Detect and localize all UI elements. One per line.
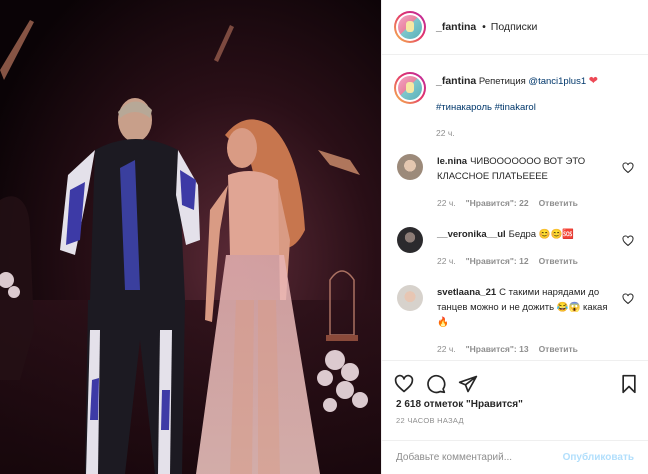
commenter-avatar[interactable]: [397, 285, 423, 311]
comment-icon[interactable]: [426, 374, 446, 394]
comment-likes-count[interactable]: "Нравится": 22: [466, 196, 529, 211]
commenter-username[interactable]: le.nina: [437, 156, 467, 167]
comment-item: le.nina ЧИВООООООО ВОТ ЭТО КЛАССНОЕ ПЛАТЬ…: [382, 154, 648, 211]
post-actions: 2 618 отметок "Нравится" 22 ЧАСОВ НАЗАД: [382, 360, 648, 440]
paper-plane-icon[interactable]: [458, 374, 478, 394]
caption-hashtags[interactable]: #тинакароль #tinakarol: [436, 100, 631, 115]
comment-like-heart-icon[interactable]: [622, 162, 634, 174]
post-side-panel: _fantina • Подписки _fantina Репетиция @…: [381, 0, 648, 474]
commenter-username[interactable]: __veronika__ul: [437, 229, 506, 240]
caption-mention-link[interactable]: @tanci1plus1: [528, 76, 586, 87]
author-avatar[interactable]: [394, 11, 426, 43]
comment-text: Бедра 😊😊🆘: [508, 229, 575, 240]
post-image: [0, 0, 381, 474]
likes-summary[interactable]: 2 618 отметок "Нравится": [382, 397, 648, 410]
commenter-avatar[interactable]: [397, 154, 423, 180]
caption-username[interactable]: _fantina: [436, 75, 476, 87]
caption-text: Репетиция: [478, 76, 526, 87]
post-photo[interactable]: [0, 0, 381, 474]
following-button[interactable]: Подписки: [491, 21, 538, 33]
separator-dot: •: [482, 21, 486, 33]
bookmark-icon[interactable]: [620, 374, 638, 394]
comment-time[interactable]: 22 ч.: [437, 254, 456, 269]
post-caption: _fantina Репетиция @tanci1plus1 ❤ #тинак…: [382, 56, 648, 141]
comment-item: svetlaana_21 С такими нарядами до танцев …: [382, 285, 648, 357]
comment-input[interactable]: [396, 452, 563, 463]
likes-count[interactable]: 2 618 отметок: [396, 399, 463, 410]
reply-button[interactable]: Ответить: [539, 342, 578, 357]
commenter-avatar[interactable]: [397, 227, 423, 253]
post-timestamp[interactable]: 22 ЧАСОВ НАЗАД: [382, 410, 648, 425]
caption-avatar[interactable]: [394, 72, 426, 104]
comment-composer: Опубликовать: [382, 440, 648, 474]
author-username[interactable]: _fantina: [436, 21, 476, 33]
comment-like-heart-icon[interactable]: [622, 293, 634, 305]
heart-icon[interactable]: [394, 374, 414, 394]
comment-like-heart-icon[interactable]: [622, 235, 634, 247]
reply-button[interactable]: Ответить: [539, 254, 578, 269]
comment-time[interactable]: 22 ч.: [437, 196, 456, 211]
caption-heart-emoji: ❤: [588, 75, 598, 87]
comment-time[interactable]: 22 ч.: [437, 342, 456, 357]
reply-button[interactable]: Ответить: [539, 196, 578, 211]
comment-likes-count[interactable]: "Нравится": 13: [466, 342, 529, 357]
likes-label[interactable]: "Нравится": [466, 399, 523, 410]
post-header: _fantina • Подписки: [382, 0, 648, 55]
caption-time[interactable]: 22 ч.: [436, 126, 631, 141]
comment-likes-count[interactable]: "Нравится": 12: [466, 254, 529, 269]
publish-button[interactable]: Опубликовать: [563, 452, 634, 463]
commenter-username[interactable]: svetlaana_21: [437, 287, 496, 298]
comments-list[interactable]: _fantina Репетиция @tanci1plus1 ❤ #тинак…: [382, 56, 648, 360]
comment-item: __veronika__ul Бедра 😊😊🆘 22 ч. "Нравится"…: [382, 227, 648, 269]
